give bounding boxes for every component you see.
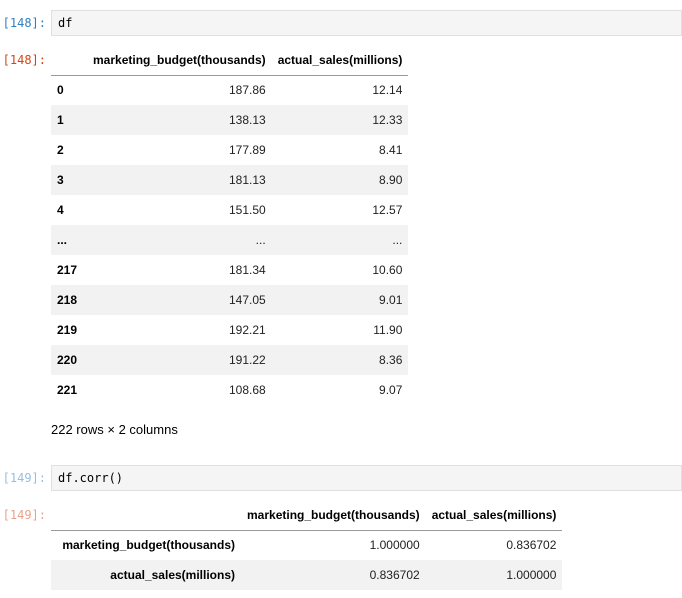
table-row: 218 147.05 9.01 <box>51 285 409 315</box>
table-cell: 181.34 <box>228 263 266 277</box>
row-index: 1 <box>57 113 64 127</box>
column-header: actual_sales(millions) <box>271 45 409 76</box>
output-prompt: [149]: <box>2 508 46 522</box>
table-cell: 12.57 <box>372 203 403 217</box>
row-index: 217 <box>57 263 78 277</box>
index-header <box>51 500 241 531</box>
table-row: 1 138.13 12.33 <box>51 105 409 135</box>
table-shape-summary: 222 rows × 2 columns <box>51 422 178 437</box>
input-prompt: [148]: <box>2 16 46 30</box>
table-cell: 1.000000 <box>369 538 420 553</box>
code-input[interactable]: df.corr() <box>51 465 682 491</box>
table-row: ......... <box>51 225 409 255</box>
table-row: 217 181.34 10.60 <box>51 255 408 285</box>
table-cell: 192.21 <box>228 323 266 337</box>
table-cell: 12.14 <box>372 83 403 98</box>
row-index: 0 <box>57 83 64 98</box>
table-cell: 9.07 <box>379 383 403 397</box>
table-row: 3 181.13 8.90 <box>51 165 409 195</box>
output-prompt: [148]: <box>2 53 46 67</box>
row-index: 220 <box>57 353 78 367</box>
table-cell: ... <box>392 233 403 247</box>
table-header-row: marketing_budget(thousands) actual_sales… <box>51 45 409 76</box>
table-cell: 10.60 <box>372 263 403 277</box>
table-cell: 0.836702 <box>506 538 557 553</box>
row-index: 3 <box>57 173 64 187</box>
row-index: 2 <box>57 143 64 157</box>
table-row: actual_sales(millions) 0.836702 1.000000 <box>51 560 563 590</box>
row-index: 221 <box>57 383 78 397</box>
table-cell: 181.13 <box>228 173 266 187</box>
column-header: marketing_budget(thousands) <box>87 45 272 76</box>
table-cell: 187.86 <box>228 83 266 98</box>
table-row: 219 192.21 11.90 <box>51 315 408 345</box>
row-index: 218 <box>57 293 78 307</box>
table-row: 221 108.68 9.07 <box>51 375 408 405</box>
dataframe-table: marketing_budget(thousands) actual_sales… <box>51 45 409 405</box>
table-cell: 11.90 <box>373 323 403 337</box>
table-cell: 8.90 <box>379 173 403 187</box>
table-row: 2 177.89 8.41 <box>51 135 408 165</box>
table-row: marketing_budget(thousands) 1.000000 0.836… <box>51 530 562 560</box>
table-row: 220 191.22 8.36 <box>51 345 409 375</box>
row-index: 219 <box>57 323 78 337</box>
row-index: ... <box>57 233 68 247</box>
table-row: 0 187.86 12.14 <box>51 75 408 105</box>
table-cell: 151.50 <box>228 203 266 217</box>
table-cell: 177.89 <box>228 143 266 157</box>
table-cell: 108.68 <box>228 383 266 397</box>
table-header-row: marketing_budget(thousands) actual_sales… <box>51 500 563 531</box>
table-cell: 8.36 <box>379 353 403 367</box>
table-cell: 12.33 <box>372 113 403 127</box>
row-index: marketing_budget(thousands) <box>62 538 235 553</box>
row-index: actual_sales(millions) <box>110 568 235 582</box>
correlation-table: marketing_budget(thousands) actual_sales… <box>51 500 563 590</box>
row-index: 4 <box>57 203 64 217</box>
table-cell: 147.05 <box>228 293 266 307</box>
table-cell: 9.01 <box>379 293 403 307</box>
table-cell: 1.000000 <box>506 568 557 582</box>
table-cell: ... <box>255 233 266 247</box>
column-header: actual_sales(millions) <box>425 500 563 531</box>
table-cell: 0.836702 <box>369 568 420 582</box>
table-cell: 138.13 <box>228 113 266 127</box>
input-prompt: [149]: <box>2 471 46 485</box>
index-header <box>51 45 87 76</box>
table-cell: 191.22 <box>228 353 266 367</box>
table-cell: 8.41 <box>379 143 403 157</box>
code-input[interactable]: df <box>51 10 682 36</box>
table-row: 4 151.50 12.57 <box>51 195 408 225</box>
column-header: marketing_budget(thousands) <box>241 500 426 531</box>
